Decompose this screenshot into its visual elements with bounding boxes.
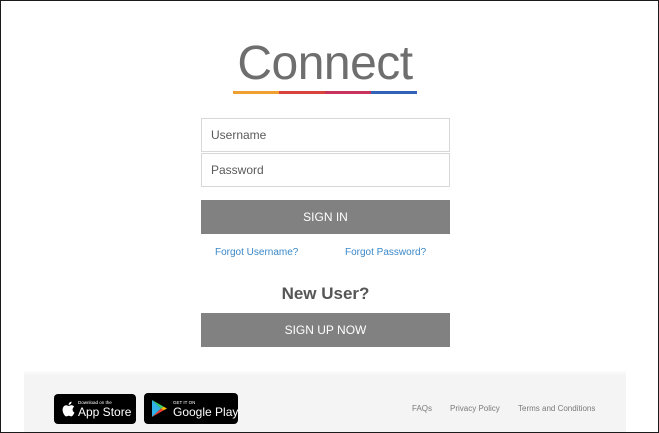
forgot-password-link[interactable]: Forgot Password? xyxy=(345,247,426,258)
connect-logo: Connect xyxy=(230,37,420,94)
login-page: Connect SIGN IN Forgot Username? Forgot … xyxy=(0,0,659,433)
logo-bar-segment-crimson xyxy=(325,91,371,94)
username-input[interactable] xyxy=(201,118,450,152)
forgot-username-link[interactable]: Forgot Username? xyxy=(215,247,298,258)
footer-link-faqs[interactable]: FAQs xyxy=(412,404,432,413)
app-store-badge[interactable]: Download on the App Store xyxy=(54,394,136,424)
google-play-badge[interactable]: GET IT ON Google Play xyxy=(144,393,238,424)
app-store-label: App Store xyxy=(78,405,132,419)
footer-link-terms[interactable]: Terms and Conditions xyxy=(518,404,595,413)
google-play-icon xyxy=(151,399,168,423)
footer-link-privacy-policy[interactable]: Privacy Policy xyxy=(450,404,500,413)
google-play-label: Google Play xyxy=(173,405,239,419)
new-user-heading: New User? xyxy=(281,284,370,303)
apple-icon xyxy=(62,401,75,422)
logo-bar-segment-orange xyxy=(233,91,279,94)
logo-color-bar xyxy=(233,91,417,94)
logo-bar-segment-blue xyxy=(371,91,417,94)
password-input[interactable] xyxy=(201,153,450,187)
sign-in-button[interactable]: SIGN IN xyxy=(201,200,450,234)
sign-up-button[interactable]: SIGN UP NOW xyxy=(201,313,450,347)
logo-text: Connect xyxy=(237,37,413,90)
logo-bar-segment-red xyxy=(279,91,325,94)
